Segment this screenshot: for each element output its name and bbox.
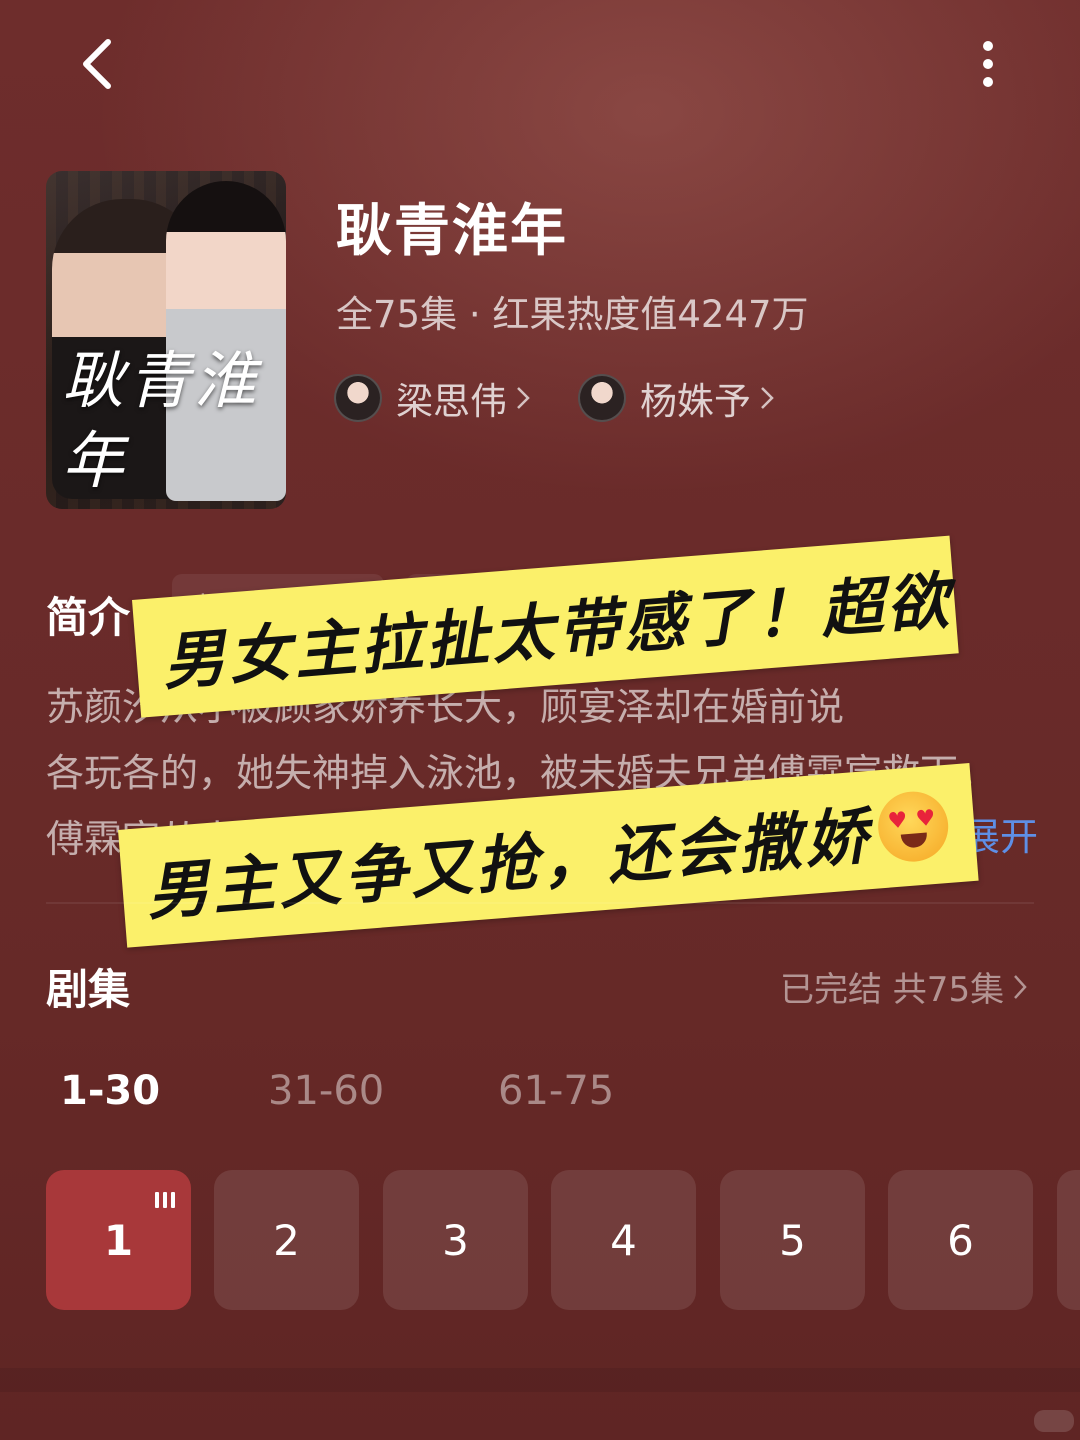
drama-title: 耿青淮年 [336,199,568,264]
more-button[interactable] [960,34,1016,94]
range-tab-1-30[interactable]: 1-30 [60,1068,160,1114]
back-button[interactable] [66,34,126,94]
episode-number: 6 [947,1215,974,1265]
drama-meta: 全75集 · 红果热度值4247万 [336,293,809,336]
episodes-heading: 剧集 [46,965,131,1014]
range-tab-61-75[interactable]: 61-75 [498,1068,614,1114]
episode-number: 4 [610,1215,637,1265]
actor-link-1[interactable]: 梁思伟 [334,374,531,423]
actor-link-2[interactable]: 杨姝予 [578,374,775,423]
chevron-right-icon [517,387,530,409]
episode-number: 1 [103,1215,134,1265]
range-tab-31-60[interactable]: 31-60 [268,1068,384,1114]
episodes-status: 已完结 共75集 [780,970,1005,1010]
chevron-left-icon [83,39,111,89]
episodes-status-link[interactable]: 已完结 共75集 [780,962,1028,1011]
divider [46,902,1034,904]
chevron-right-icon [1014,974,1027,999]
episode-button-7-partial[interactable] [1057,1170,1080,1310]
episode-button-3[interactable]: 3 [383,1170,528,1310]
episode-button-5[interactable]: 5 [720,1170,865,1310]
heart-eyes-emoji-icon: ♥ ♥ [875,788,951,865]
episode-button-1[interactable]: 1 [46,1170,191,1310]
avatar [578,374,626,422]
episode-number: 3 [442,1215,469,1265]
episode-number: 2 [273,1215,300,1265]
playing-icon [155,1192,175,1208]
chevron-right-icon [761,387,774,409]
top-bar [0,0,1080,130]
episode-button-2[interactable]: 2 [214,1170,359,1310]
poster-title: 耿青淮年 [62,344,261,497]
bottom-divider [0,1368,1080,1392]
watermark-logo [1034,1410,1074,1432]
intro-heading: 简介 [46,593,131,642]
episode-button-6[interactable]: 6 [888,1170,1033,1310]
drama-poster[interactable]: 耿青淮年 [46,171,286,509]
actor-name: 杨姝予 [640,380,751,423]
episode-button-4[interactable]: 4 [551,1170,696,1310]
actor-name: 梁思伟 [396,380,507,423]
more-vertical-icon [983,41,993,87]
episode-number: 5 [779,1215,806,1265]
avatar [334,374,382,422]
